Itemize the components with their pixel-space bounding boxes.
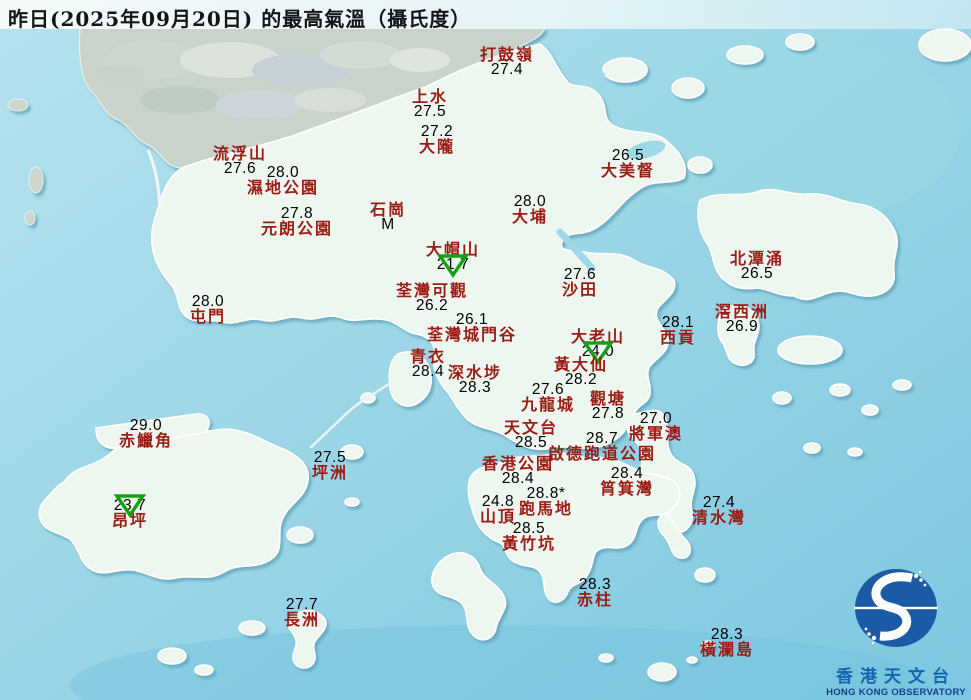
station-value: 26.9: [715, 319, 769, 334]
station-label: 27.8元朗公園: [261, 206, 333, 236]
station-name: 黃大仙: [554, 357, 608, 372]
station-name: 香港公園: [482, 456, 554, 471]
station-label: 28.3赤柱: [577, 577, 613, 607]
station-name: 北潭涌: [730, 251, 784, 266]
station-name: 大帽山: [426, 242, 480, 257]
station-name: 元朗公園: [261, 221, 333, 236]
station-label: 28.4筲箕灣: [600, 466, 654, 496]
station-value: 27.4: [480, 62, 534, 77]
station-label: 24.8山頂: [480, 494, 516, 524]
station-label: 27.7長洲: [284, 597, 320, 627]
station-name: 赤鱲角: [119, 433, 173, 448]
station-name: 西貢: [660, 330, 696, 345]
station-name: 上水: [412, 89, 448, 104]
station-name: 大隴: [419, 139, 455, 154]
hko-logo-emblem: [846, 566, 946, 656]
station-label: 27.2大隴: [419, 124, 455, 154]
station-label: 上水27.5: [412, 89, 448, 119]
station-label: 26.1荃灣城門谷: [427, 312, 517, 342]
station-name: 沙田: [562, 282, 598, 297]
station-value: 27.5: [412, 104, 448, 119]
station-name: 九龍城: [521, 397, 575, 412]
station-label: 28.0屯門: [190, 294, 226, 324]
station-value: 28.4: [410, 364, 446, 379]
station-value: M: [370, 217, 406, 232]
station-label: 27.4清水灣: [692, 495, 746, 525]
station-name: 滘西洲: [715, 304, 769, 319]
station-name: 跑馬地: [519, 501, 573, 516]
station-label: 大帽山21.7: [426, 242, 480, 272]
logo-name-zh: 香港天文台: [825, 662, 967, 687]
station-name: 黃竹坑: [502, 536, 556, 551]
station-value: 28.3: [448, 380, 502, 395]
station-name: 大美督: [601, 163, 655, 178]
station-name: 大老山: [571, 329, 625, 344]
station-label: 滘西洲26.9: [715, 304, 769, 334]
station-label: 石崗M: [370, 202, 406, 232]
station-label: 青衣28.4: [410, 349, 446, 379]
station-label: 28.7啟德跑道公園: [548, 431, 656, 461]
station-value: 28.4: [482, 471, 554, 486]
station-name: 橫瀾島: [700, 642, 754, 657]
station-label: 23.7昂坪: [112, 498, 148, 528]
station-label: 28.5黃竹坑: [502, 521, 556, 551]
map-title: 昨日(2025年09月20日) 的最高氣溫（攝氏度）: [8, 3, 471, 32]
station-label: 香港公園28.4: [482, 456, 554, 486]
station-name: 深水埗: [448, 365, 502, 380]
station-name: 荃灣城門谷: [427, 327, 517, 342]
station-label: 26.5大美督: [601, 148, 655, 178]
station-name: 昂坪: [112, 513, 148, 528]
logo-name-en: HONG KONG OBSERVATORY: [825, 687, 967, 698]
station-value: 21.7: [426, 257, 480, 272]
station-label: 北潭涌26.5: [730, 251, 784, 281]
station-label: 29.0赤鱲角: [119, 418, 173, 448]
station-label: 28.0濕地公園: [247, 165, 319, 195]
station-name: 流浮山: [213, 146, 267, 161]
station-name: 觀塘: [590, 391, 626, 406]
station-label: 28.3橫瀾島: [700, 627, 754, 657]
station-name: 清水灣: [692, 510, 746, 525]
station-name: 打鼓嶺: [480, 47, 534, 62]
station-name: 石崗: [370, 202, 406, 217]
station-name: 青衣: [410, 349, 446, 364]
station-name: 屯門: [190, 309, 226, 324]
station-label: 27.6沙田: [562, 267, 598, 297]
hko-logo: 香港天文台 HONG KONG OBSERVATORY: [825, 566, 967, 698]
station-name: 長洲: [284, 612, 320, 627]
station-label: 打鼓嶺27.4: [480, 47, 534, 77]
station-value: 27.8: [590, 406, 626, 421]
station-label: 深水埗28.3: [448, 365, 502, 395]
station-label: 28.0大埔: [512, 194, 548, 224]
station-label: 觀塘27.8: [590, 391, 626, 421]
station-label: 荃灣可觀26.2: [396, 283, 468, 313]
station-name: 啟德跑道公園: [548, 446, 656, 461]
station-label: 27.5坪洲: [312, 450, 348, 480]
weather-map: 昨日(2025年09月20日) 的最高氣溫（攝氏度） 打鼓嶺27.4上水27.5…: [0, 0, 971, 700]
station-label: 28.8*跑馬地: [519, 486, 573, 516]
station-name: 濕地公園: [247, 180, 319, 195]
station-name: 筲箕灣: [600, 481, 654, 496]
station-name: 荃灣可觀: [396, 283, 468, 298]
station-label: 28.1西貢: [660, 315, 696, 345]
station-name: 赤柱: [577, 592, 613, 607]
station-name: 坪洲: [312, 465, 348, 480]
station-value: 26.5: [730, 266, 784, 281]
station-name: 大埔: [512, 209, 548, 224]
station-label: 27.6九龍城: [521, 382, 575, 412]
